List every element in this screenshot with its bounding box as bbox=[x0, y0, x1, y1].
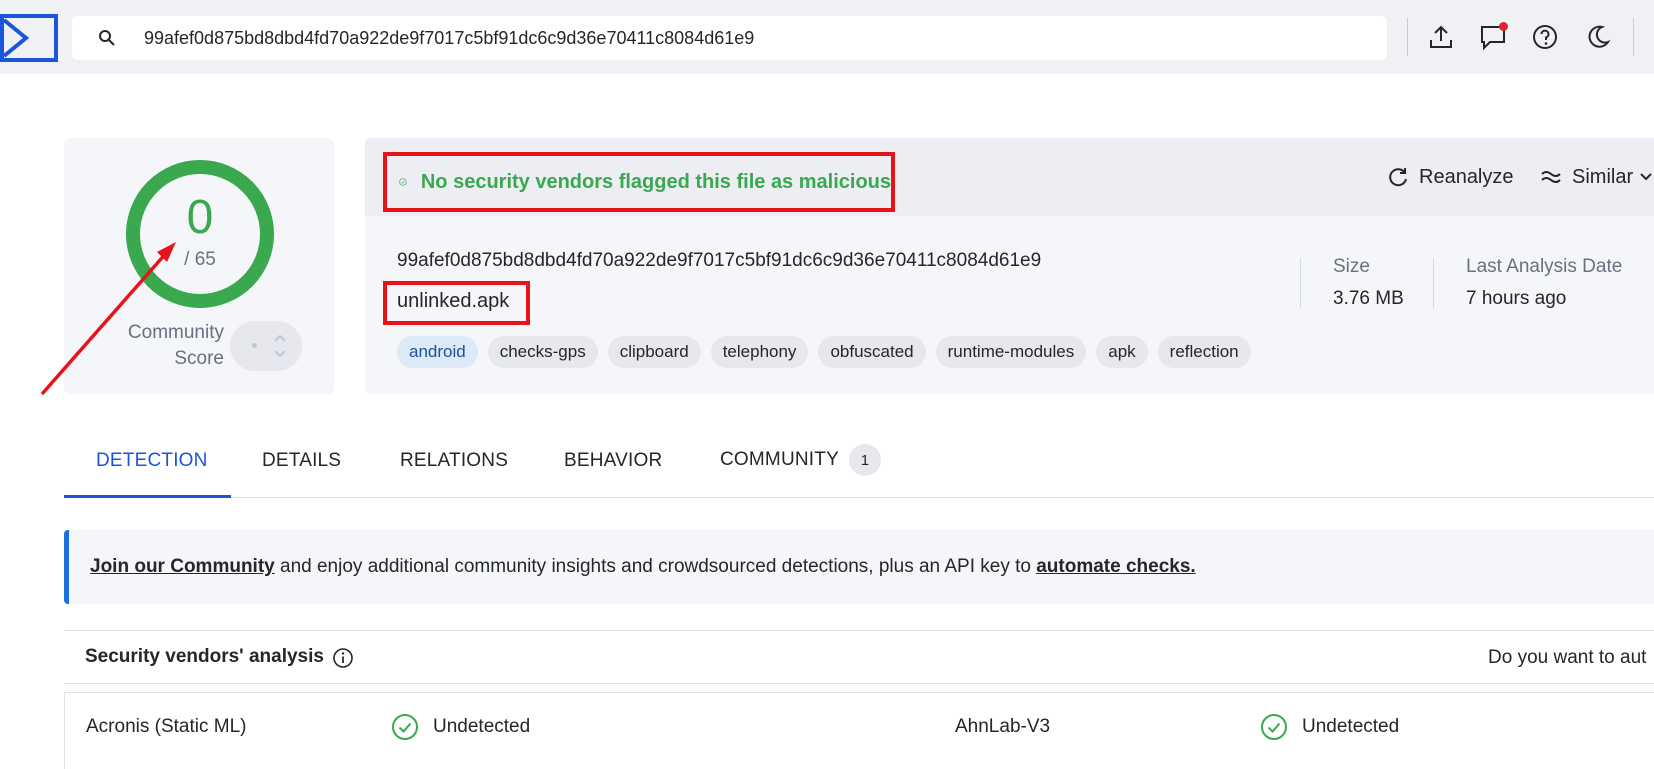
tag-android[interactable]: android bbox=[397, 336, 478, 368]
search-icon bbox=[98, 29, 116, 47]
banner-middle-text: and enjoy additional community insights … bbox=[274, 556, 1037, 577]
community-banner: Join our Community and enjoy additional … bbox=[64, 530, 1654, 604]
help-icon[interactable] bbox=[1530, 22, 1560, 52]
tab-behavior[interactable]: BEHAVIOR bbox=[564, 450, 662, 472]
table-row: Acronis (Static ML) Undetected AhnLab-V3… bbox=[64, 692, 1654, 769]
size-label: Size bbox=[1333, 256, 1370, 277]
toolbar-divider bbox=[1633, 18, 1634, 56]
top-bar bbox=[0, 0, 1654, 74]
tab-detection[interactable]: DETECTION bbox=[96, 450, 208, 472]
similar-icon bbox=[1541, 171, 1561, 183]
vendor-status-text: Undetected bbox=[1302, 716, 1400, 737]
vendors-title: Security vendors' analysis bbox=[85, 646, 324, 667]
similar-label: Similar bbox=[1572, 165, 1634, 188]
toolbar-divider bbox=[1407, 18, 1408, 56]
score-card: 0 / 65 Community Score bbox=[64, 138, 334, 394]
info-icon[interactable] bbox=[332, 647, 354, 669]
verdict-banner: No security vendors flagged this file as… bbox=[383, 152, 895, 212]
tag-telephony[interactable]: telephony bbox=[710, 336, 809, 368]
community-vote-toggle[interactable] bbox=[230, 321, 302, 371]
vendor-status-text: Undetected bbox=[433, 716, 531, 737]
detection-total: / 65 bbox=[184, 249, 216, 270]
tag-runtime-modules[interactable]: runtime-modules bbox=[935, 336, 1087, 368]
tag-obfuscated[interactable]: obfuscated bbox=[818, 336, 926, 368]
vendor-status: Undetected bbox=[391, 713, 530, 741]
file-name: unlinked.apk bbox=[397, 290, 510, 312]
reanalyze-button[interactable]: Reanalyze bbox=[1387, 162, 1514, 192]
automate-prompt[interactable]: Do you want to aut bbox=[1488, 647, 1646, 669]
vendors-header: Security vendors' analysis Do you want t… bbox=[64, 630, 1654, 684]
community-count-badge: 1 bbox=[848, 444, 881, 476]
chevron-down-icon bbox=[1640, 173, 1652, 181]
meta-divider bbox=[1300, 258, 1301, 308]
tag-checks-gps[interactable]: checks-gps bbox=[487, 336, 598, 368]
similar-dropdown[interactable]: Similar bbox=[1540, 162, 1653, 192]
join-community-link[interactable]: Join our Community bbox=[90, 556, 275, 577]
search-input[interactable] bbox=[144, 16, 1364, 60]
vendor-name: AhnLab-V3 bbox=[955, 716, 1051, 737]
file-summary-panel: No security vendors flagged this file as… bbox=[365, 138, 1654, 394]
last-analysis-label: Last Analysis Date bbox=[1466, 256, 1623, 277]
tab-community-label: COMMUNITY bbox=[720, 449, 839, 470]
tag-clipboard[interactable]: clipboard bbox=[607, 336, 701, 368]
tab-relations[interactable]: RELATIONS bbox=[400, 450, 508, 472]
verdict-text: No security vendors flagged this file as… bbox=[420, 170, 891, 193]
tag-apk[interactable]: apk bbox=[1096, 336, 1148, 368]
tab-details[interactable]: DETAILS bbox=[262, 450, 341, 472]
check-circle-icon bbox=[399, 178, 407, 186]
file-tags: android checks-gps clipboard telephony o… bbox=[397, 336, 1251, 368]
reanalyze-label: Reanalyze bbox=[1419, 165, 1514, 188]
dark-mode-icon[interactable] bbox=[1583, 22, 1613, 52]
automate-checks-link[interactable]: automate checks. bbox=[1036, 556, 1195, 577]
search-bar[interactable] bbox=[72, 16, 1387, 60]
file-hash: 99afef0d875bd8dbd4fd70a922de9f7017c5bf91… bbox=[397, 250, 1042, 271]
vote-indicator bbox=[252, 343, 257, 348]
check-circle-icon bbox=[1261, 714, 1287, 740]
detection-score: 0 bbox=[186, 191, 214, 244]
tag-reflection[interactable]: reflection bbox=[1157, 336, 1251, 368]
size-value: 3.76 MB bbox=[1333, 288, 1404, 309]
active-tab-indicator bbox=[64, 495, 231, 498]
notifications-icon[interactable] bbox=[1478, 22, 1508, 52]
vendor-name: Acronis (Static ML) bbox=[86, 716, 247, 737]
notification-badge bbox=[1499, 22, 1508, 31]
community-score-label: Community Score bbox=[127, 322, 224, 369]
panel-header: No security vendors flagged this file as… bbox=[365, 138, 1654, 216]
virustotal-logo-icon[interactable] bbox=[0, 14, 58, 62]
banner-text: Join our Community and enjoy additional … bbox=[90, 556, 1196, 578]
meta-divider bbox=[1433, 258, 1434, 308]
vote-arrows-icon bbox=[274, 334, 286, 358]
check-circle-icon bbox=[392, 714, 418, 740]
last-analysis-value: 7 hours ago bbox=[1466, 288, 1567, 309]
upload-icon[interactable] bbox=[1426, 22, 1456, 52]
tab-bar: DETECTION DETAILS RELATIONS BEHAVIOR COM… bbox=[64, 438, 1654, 498]
refresh-icon bbox=[1389, 168, 1407, 187]
tab-community[interactable]: COMMUNITY 1 bbox=[720, 444, 881, 476]
vendor-status: Undetected bbox=[1260, 713, 1399, 741]
